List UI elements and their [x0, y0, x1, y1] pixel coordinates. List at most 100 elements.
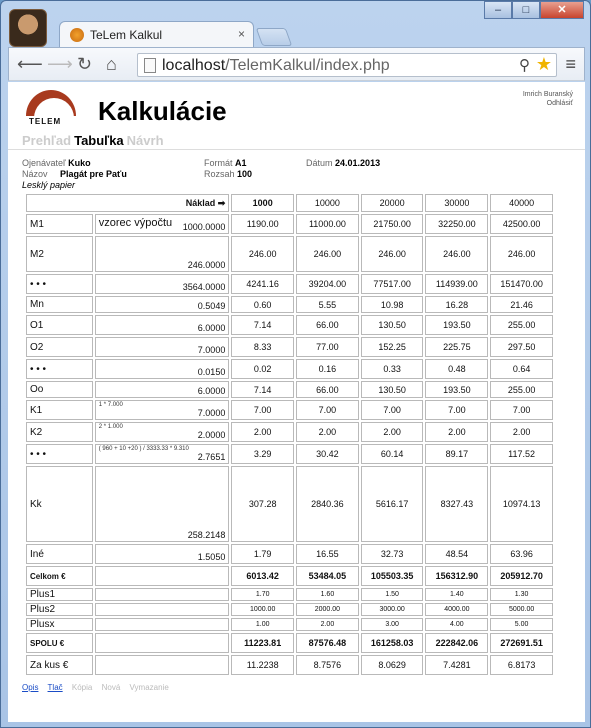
home-icon[interactable]: ⌂ [106, 54, 117, 74]
formula-value: 1.5050 [197, 552, 226, 562]
value-cell: 151470.00 [490, 274, 553, 294]
divider [8, 149, 585, 150]
reload-icon[interactable]: ↻ [77, 54, 92, 74]
value-cell: 30.42 [296, 444, 359, 464]
value-cell: 2.00 [425, 422, 489, 442]
window-close-button[interactable]: ✕ [540, 1, 584, 19]
tab-close-icon[interactable]: × [238, 27, 245, 41]
back-arrow-icon[interactable]: ⟵ [17, 54, 43, 74]
formula-cell: ( 960 + 10 +20 ) / 3333.33 * 9.310 2.7651 [94, 444, 230, 464]
quantity-header: 40000 [490, 194, 553, 212]
formula-cell: 1 * 7.000 7.0000 [94, 400, 230, 420]
formula-cell: 258.2148 [94, 466, 230, 542]
formula-expression: 1 * 7.000 [98, 402, 123, 408]
formula-value: 0.0150 [197, 367, 226, 377]
value-cell: 1190.00 [231, 214, 295, 234]
value-cell: 246.00 [425, 236, 489, 272]
row-label: O2 [26, 337, 93, 357]
value-cell: 11000.00 [296, 214, 359, 234]
plus-row: Plus2 1000.00 2000.00 3000.00 4000.00 5000.00 [26, 603, 553, 616]
bookmark-star-icon[interactable]: ★ [536, 54, 552, 75]
table-row: Kk 258.2148 307.28 2840.36 5616.17 8327.43 109… [26, 466, 553, 542]
value-cell: 152.25 [360, 337, 424, 357]
row-label: • • • [26, 359, 93, 379]
quantity-header: 1000 [231, 194, 295, 212]
formula-value: 7.0000 [197, 345, 226, 355]
row-label: M2 [26, 236, 93, 272]
formula-value: 2.7651 [197, 452, 226, 462]
search-icon[interactable]: ⚲ [519, 56, 530, 74]
formula-cell: 246.0000 [94, 236, 230, 272]
user-avatar-icon [9, 9, 47, 47]
browser-toolbar: ⟵ ⟶ ↻ ⌂ localhost/TelemKalkul/index.php … [8, 47, 585, 81]
row-label: O1 [26, 315, 93, 335]
row-label: Iné [26, 544, 93, 564]
value-cell: 0.48 [425, 359, 489, 379]
telem-logo: TELEM [26, 90, 78, 128]
meta-format: Formát A1 Rozsah 100 [204, 158, 253, 179]
formula-cell: 0.0150 [94, 359, 230, 379]
view-tabs: Prehľad Tabuľka Návrh [22, 133, 167, 148]
new-tab-button[interactable] [255, 28, 293, 46]
value-cell: 272691.51 [490, 633, 553, 653]
tab-tabulka[interactable]: Tabuľka [74, 133, 124, 148]
value-cell: 0.02 [231, 359, 295, 379]
forward-arrow-icon[interactable]: ⟶ [47, 54, 73, 74]
nova-link: Nová [101, 683, 121, 692]
maximize-button[interactable]: □ [512, 1, 540, 19]
value-cell: 3000.00 [360, 603, 424, 616]
row-label: K2 [26, 422, 93, 442]
value-cell: 161258.03 [360, 633, 424, 653]
value-cell: 114939.00 [425, 274, 489, 294]
table-row: Iné 1.5050 1.79 16.55 32.73 48.54 63.96 [26, 544, 553, 564]
zakus-row-label: Za kus € [26, 655, 93, 675]
table-row: Mn 0.5049 0.60 5.55 10.98 16.28 21.46 [26, 296, 553, 313]
formula-value: 0.5049 [197, 301, 226, 311]
customer-value: Kuko [68, 158, 91, 168]
value-cell: 7.14 [231, 381, 295, 398]
tlac-link[interactable]: Tlač [48, 683, 63, 692]
value-cell: 225.75 [425, 337, 489, 357]
value-cell: 2840.36 [296, 466, 359, 542]
value-cell: 53484.05 [296, 566, 359, 586]
value-cell: 7.4281 [425, 655, 489, 675]
tab-prehlad[interactable]: Prehľad [22, 133, 71, 148]
value-cell: 2.00 [490, 422, 553, 442]
plus-row: Plus1 1.70 1.60 1.50 1.40 1.30 [26, 588, 553, 601]
value-cell: 5.00 [490, 618, 553, 631]
value-cell: 2.00 [360, 422, 424, 442]
formula-value: 2.0000 [197, 430, 226, 440]
value-cell: 21.46 [490, 296, 553, 313]
value-cell: 60.14 [360, 444, 424, 464]
browser-window: TeLem Kalkul × – □ ✕ ⟵ ⟶ ↻ ⌂ localhost/T… [0, 0, 591, 728]
table-row: Oo 6.0000 7.14 66.00 130.50 193.50 255.00 [26, 381, 553, 398]
table-row: • • • ( 960 + 10 +20 ) / 3333.33 * 9.310 2… [26, 444, 553, 464]
table-header-row: Náklad ➡ 1000 10000 20000 30000 40000 [26, 194, 553, 212]
row-label: • • • [26, 444, 93, 464]
logout-link[interactable]: Odhlásiť [523, 99, 573, 108]
value-cell: 21750.00 [360, 214, 424, 234]
row-label: K1 [26, 400, 93, 420]
value-cell: 10974.13 [490, 466, 553, 542]
value-cell: 6.8173 [490, 655, 553, 675]
value-cell: 10.98 [360, 296, 424, 313]
address-bar[interactable]: localhost/TelemKalkul/index.php ⚲ ★ [137, 53, 557, 77]
opis-link[interactable]: Opis [22, 683, 38, 692]
browser-tab[interactable]: TeLem Kalkul × [59, 21, 254, 47]
tab-navrh[interactable]: Návrh [127, 133, 164, 148]
value-cell: 7.00 [231, 400, 295, 420]
value-cell: 77.00 [296, 337, 359, 357]
formula-expression: ( 960 + 10 +20 ) / 3333.33 * 9.310 [98, 446, 189, 452]
value-cell: 5616.17 [360, 466, 424, 542]
calculation-table: Náklad ➡ 1000 10000 20000 30000 40000 M1 vzorec… [24, 192, 555, 677]
value-cell: 3.00 [360, 618, 424, 631]
value-cell: 1.50 [360, 588, 424, 601]
tab-title: TeLem Kalkul [90, 28, 163, 42]
value-cell: 0.16 [296, 359, 359, 379]
minimize-button[interactable]: – [484, 1, 512, 19]
menu-icon[interactable]: ≡ [565, 54, 576, 75]
table-row: O1 6.0000 7.14 66.00 130.50 193.50 255.00 [26, 315, 553, 335]
value-cell: 205912.70 [490, 566, 553, 586]
value-cell: 105503.35 [360, 566, 424, 586]
quantity-header: 20000 [360, 194, 424, 212]
